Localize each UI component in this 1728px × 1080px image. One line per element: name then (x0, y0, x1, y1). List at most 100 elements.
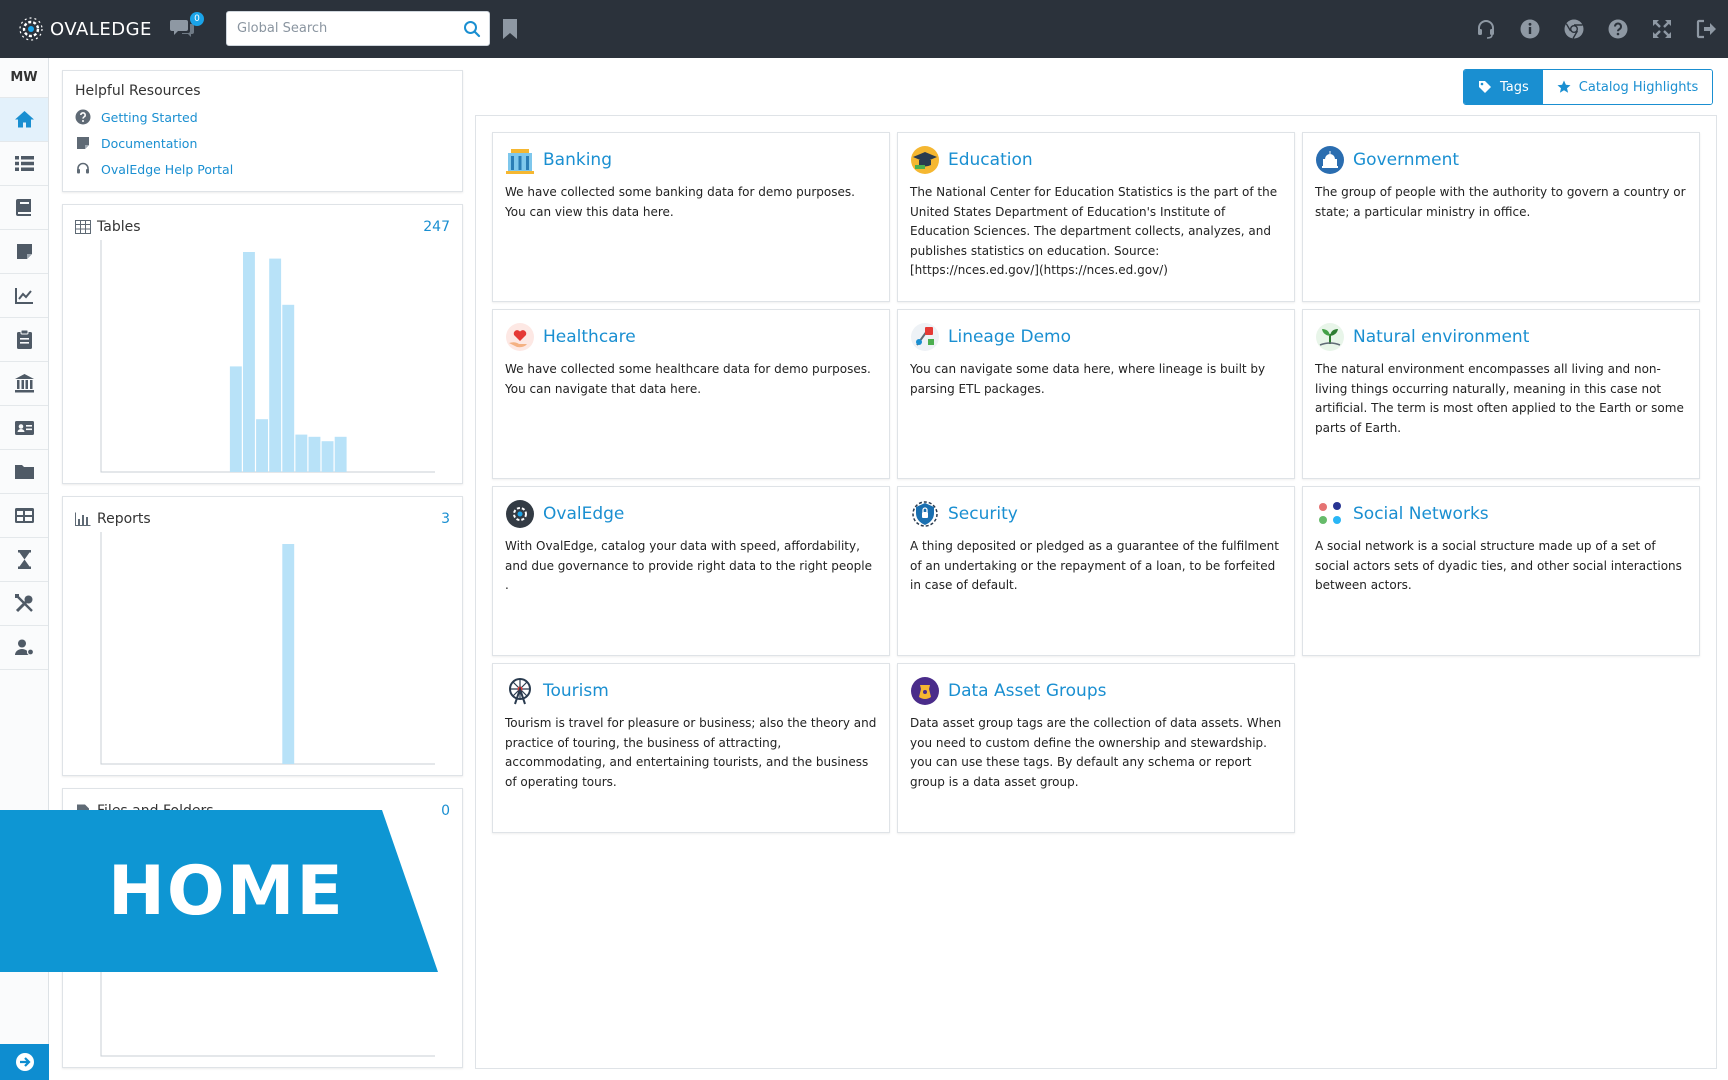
shield-icon (912, 501, 938, 527)
tag-card-lineage-demo[interactable]: Lineage Demo You can navigate some data … (897, 309, 1295, 479)
link-label: Documentation (101, 135, 198, 151)
bookmark-icon[interactable] (502, 18, 518, 40)
view-toggle: Tags Catalog Highlights (1463, 69, 1714, 105)
tag-card-government[interactable]: Government The group of people with the … (1302, 132, 1700, 302)
clipboard-icon (16, 329, 32, 349)
histogram-bar[interactable] (256, 419, 268, 472)
chart-line-icon (14, 288, 33, 304)
nav-jobs[interactable] (0, 538, 48, 582)
nav-dashboard[interactable] (0, 494, 48, 538)
card-title[interactable]: Social Networks (1353, 504, 1489, 524)
ovaledge-logo-icon (19, 17, 43, 41)
nav-analytics[interactable] (0, 274, 48, 318)
card-description: We have collected some banking data for … (505, 185, 855, 219)
nav-governance[interactable] (0, 362, 48, 406)
histogram-bar[interactable] (308, 436, 321, 472)
card-title[interactable]: Natural environment (1353, 327, 1529, 347)
card-title[interactable]: Banking (543, 150, 612, 170)
card-title[interactable]: Security (948, 504, 1018, 524)
chrome-icon (1564, 19, 1584, 39)
tag-card-data-asset-groups[interactable]: Data Asset Groups Data asset group tags … (897, 663, 1295, 833)
top-toolbar (1464, 0, 1728, 58)
nav-home[interactable] (0, 98, 48, 142)
home-icon (14, 111, 34, 128)
logo-text: OVALEDGE (50, 18, 152, 40)
plant-icon (1316, 323, 1344, 351)
lineage-icon (911, 323, 939, 351)
doc-icon (77, 137, 89, 149)
card-title[interactable]: Education (948, 150, 1033, 170)
nav-tools[interactable] (0, 582, 48, 626)
headset-icon (77, 162, 89, 174)
nav-users[interactable] (0, 406, 48, 450)
tag-card-education[interactable]: Education The National Center for Educat… (897, 132, 1295, 302)
user-gear-icon (14, 639, 34, 656)
chat-button[interactable]: 0 (170, 12, 204, 40)
banner-title: HOME (108, 852, 345, 931)
nav-notes[interactable] (0, 230, 48, 274)
nav-expand-button[interactable] (0, 1044, 49, 1080)
card-description: Data asset group tags are the collection… (910, 716, 1282, 789)
data-asset-icon (911, 677, 939, 705)
bank-icon (14, 374, 34, 393)
card-title[interactable]: Tourism (543, 681, 609, 701)
tag-card-ovaledge[interactable]: OvalEdge With OvalEdge, catalog your dat… (492, 486, 890, 656)
histogram-bar[interactable] (334, 436, 347, 472)
catalog-highlights-tab[interactable]: Catalog Highlights (1542, 70, 1713, 104)
tag-card-tourism[interactable]: Tourism Tourism is travel for pleasure o… (492, 663, 890, 833)
card-description: The natural environment encompasses all … (1315, 362, 1684, 435)
ovaledge-logo-icon (506, 500, 534, 528)
nav-catalog[interactable] (0, 142, 48, 186)
search-icon[interactable] (463, 20, 481, 38)
global-search[interactable] (226, 11, 490, 46)
histogram-bar[interactable] (282, 304, 295, 472)
nav-requests[interactable] (0, 318, 48, 362)
book-icon (15, 199, 31, 216)
support-button[interactable] (1464, 0, 1508, 58)
tag-icon (1479, 81, 1491, 93)
app-logo[interactable]: OVALEDGE (18, 14, 152, 44)
social-network-icon (1319, 502, 1341, 524)
link-getting-started[interactable]: Getting Started (75, 109, 450, 125)
link-label: OvalEdge Help Portal (101, 161, 234, 177)
nav-admin[interactable] (0, 626, 48, 670)
link-help-portal[interactable]: OvalEdge Help Portal (75, 161, 450, 177)
histogram-bar[interactable] (295, 434, 308, 472)
info-button[interactable] (1508, 0, 1552, 58)
user-avatar[interactable]: MW (0, 58, 48, 98)
chart-axes (100, 532, 435, 765)
card-title[interactable]: Healthcare (543, 327, 636, 347)
info-icon (1520, 19, 1540, 39)
resources-title: Helpful Resources (75, 83, 201, 99)
histogram-bar[interactable] (282, 544, 295, 764)
fullscreen-button[interactable] (1640, 0, 1684, 58)
card-title[interactable]: Lineage Demo (948, 327, 1071, 347)
table-icon (14, 508, 34, 523)
histogram-bar[interactable] (321, 441, 334, 472)
catalog-highlights-label: Catalog Highlights (1578, 79, 1699, 95)
tables-panel: Tables 247 (62, 204, 463, 484)
search-input[interactable] (237, 12, 457, 45)
tag-card-natural-environment[interactable]: Natural environment The natural environm… (1302, 309, 1700, 479)
histogram-bar[interactable] (229, 366, 242, 472)
link-documentation[interactable]: Documentation (75, 135, 450, 151)
nav-glossary[interactable] (0, 186, 48, 230)
graduation-icon (911, 146, 939, 174)
histogram-bar[interactable] (269, 258, 282, 472)
card-title[interactable]: Data Asset Groups (948, 681, 1106, 701)
browser-button[interactable] (1552, 0, 1596, 58)
tag-card-security[interactable]: Security A thing deposited or pledged as… (897, 486, 1295, 656)
tags-tab-label: Tags (1500, 79, 1529, 95)
tags-tab[interactable]: Tags (1464, 70, 1543, 104)
help-icon (1608, 19, 1628, 39)
nav-files[interactable] (0, 450, 48, 494)
tag-card-banking[interactable]: Banking We have collected some banking d… (492, 132, 890, 302)
card-title[interactable]: Government (1353, 150, 1459, 170)
card-title[interactable]: OvalEdge (543, 504, 624, 524)
tag-card-healthcare[interactable]: Healthcare We have collected some health… (492, 309, 890, 479)
tag-card-social-networks[interactable]: Social Networks A social network is a so… (1302, 486, 1700, 656)
histogram-bar[interactable] (243, 252, 255, 472)
logout-button[interactable] (1684, 0, 1728, 58)
help-button[interactable] (1596, 0, 1640, 58)
card-description: A thing deposited or pledged as a guaran… (910, 539, 1279, 592)
